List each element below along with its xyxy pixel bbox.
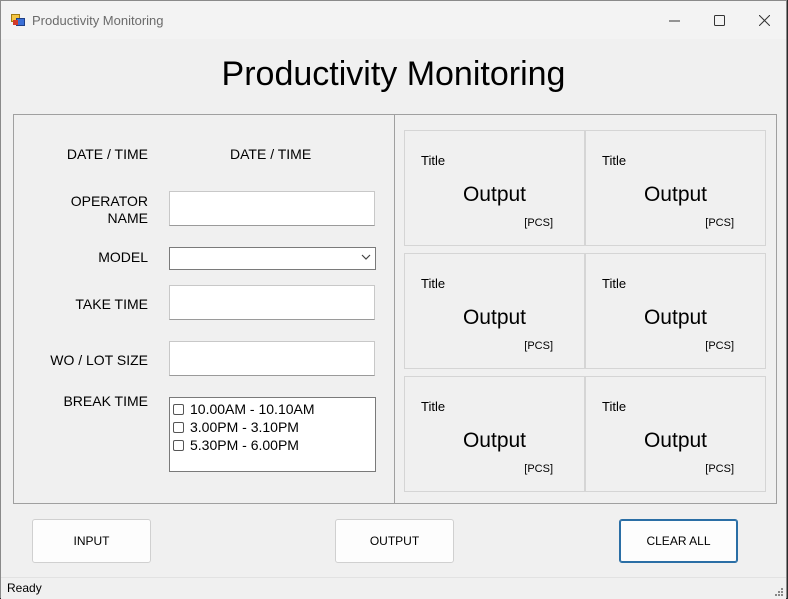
- output-card: Title Output [PCS]: [585, 253, 766, 369]
- output-value: Output: [643, 429, 708, 452]
- title-bar[interactable]: Productivity Monitoring: [1, 1, 786, 39]
- output-title: Title: [602, 153, 627, 168]
- page-title: Productivity Monitoring: [221, 55, 566, 93]
- output-unit: [PCS]: [705, 217, 734, 229]
- output-card: Title Output [PCS]: [404, 376, 585, 492]
- output-card: Title Output [PCS]: [585, 376, 766, 492]
- resize-grip-icon[interactable]: [773, 586, 783, 596]
- model-label: MODEL: [98, 249, 148, 265]
- close-button[interactable]: [741, 1, 787, 39]
- clear-all-button[interactable]: CLEAR ALL: [619, 519, 738, 563]
- operator-name-field[interactable]: [169, 191, 375, 226]
- output-card: Title Output [PCS]: [585, 130, 766, 246]
- checkbox[interactable]: [173, 403, 184, 415]
- output-value: Output: [462, 429, 527, 452]
- input-button[interactable]: INPUT: [32, 519, 151, 563]
- main-window: Productivity Monitoring Productivity Mon…: [0, 0, 787, 599]
- break-time-checklist[interactable]: 10.00AM - 10.10AM 3.00PM - 3.10PM 5.30PM…: [169, 397, 376, 472]
- output-value: Output: [643, 183, 708, 206]
- status-bar: Ready: [1, 577, 786, 599]
- output-title: Title: [602, 399, 627, 414]
- output-title: Title: [421, 276, 446, 291]
- maximize-button[interactable]: [696, 1, 742, 39]
- main-panel: DATE / TIME DATE / TIME OPERATOR NAME MO…: [13, 114, 777, 504]
- output-button[interactable]: OUTPUT: [335, 519, 454, 563]
- datetime-value: DATE / TIME: [230, 146, 312, 162]
- model-select[interactable]: [169, 247, 376, 270]
- output-value: Output: [462, 306, 527, 329]
- output-card: Title Output [PCS]: [404, 130, 585, 246]
- output-unit: [PCS]: [524, 463, 553, 475]
- datetime-label: DATE / TIME: [66, 146, 148, 162]
- minimize-button[interactable]: [651, 1, 697, 39]
- app-icon: [11, 14, 25, 26]
- output-card: Title Output [PCS]: [404, 253, 585, 369]
- maximize-icon: [713, 14, 725, 26]
- break-time-item[interactable]: 5.30PM - 6.00PM: [170, 436, 375, 454]
- status-text: Ready: [7, 581, 42, 595]
- close-icon: [758, 14, 770, 26]
- output-unit: [PCS]: [705, 463, 734, 475]
- output-unit: [PCS]: [524, 340, 553, 352]
- panel-divider: [394, 115, 395, 503]
- take-time-label: TAKE TIME: [75, 296, 148, 312]
- wo-lot-size-label: WO / LOT SIZE: [50, 352, 148, 368]
- take-time-field[interactable]: [169, 285, 375, 320]
- output-value: Output: [643, 306, 708, 329]
- checkbox[interactable]: [173, 421, 184, 433]
- output-title: Title: [421, 399, 446, 414]
- minimize-icon: [668, 20, 680, 21]
- output-unit: [PCS]: [705, 340, 734, 352]
- window-title: Productivity Monitoring: [32, 13, 164, 28]
- checkbox[interactable]: [173, 439, 184, 451]
- break-time-label: BREAK TIME: [63, 393, 148, 409]
- output-title: Title: [421, 153, 446, 168]
- operator-name-label: OPERATOR NAME: [70, 193, 148, 226]
- output-value: Output: [462, 183, 527, 206]
- chevron-down-icon: [361, 254, 371, 260]
- output-unit: [PCS]: [524, 217, 553, 229]
- break-time-item[interactable]: 10.00AM - 10.10AM: [170, 400, 375, 418]
- break-time-item[interactable]: 3.00PM - 3.10PM: [170, 418, 375, 436]
- wo-lot-size-field[interactable]: [169, 341, 375, 376]
- output-title: Title: [602, 276, 627, 291]
